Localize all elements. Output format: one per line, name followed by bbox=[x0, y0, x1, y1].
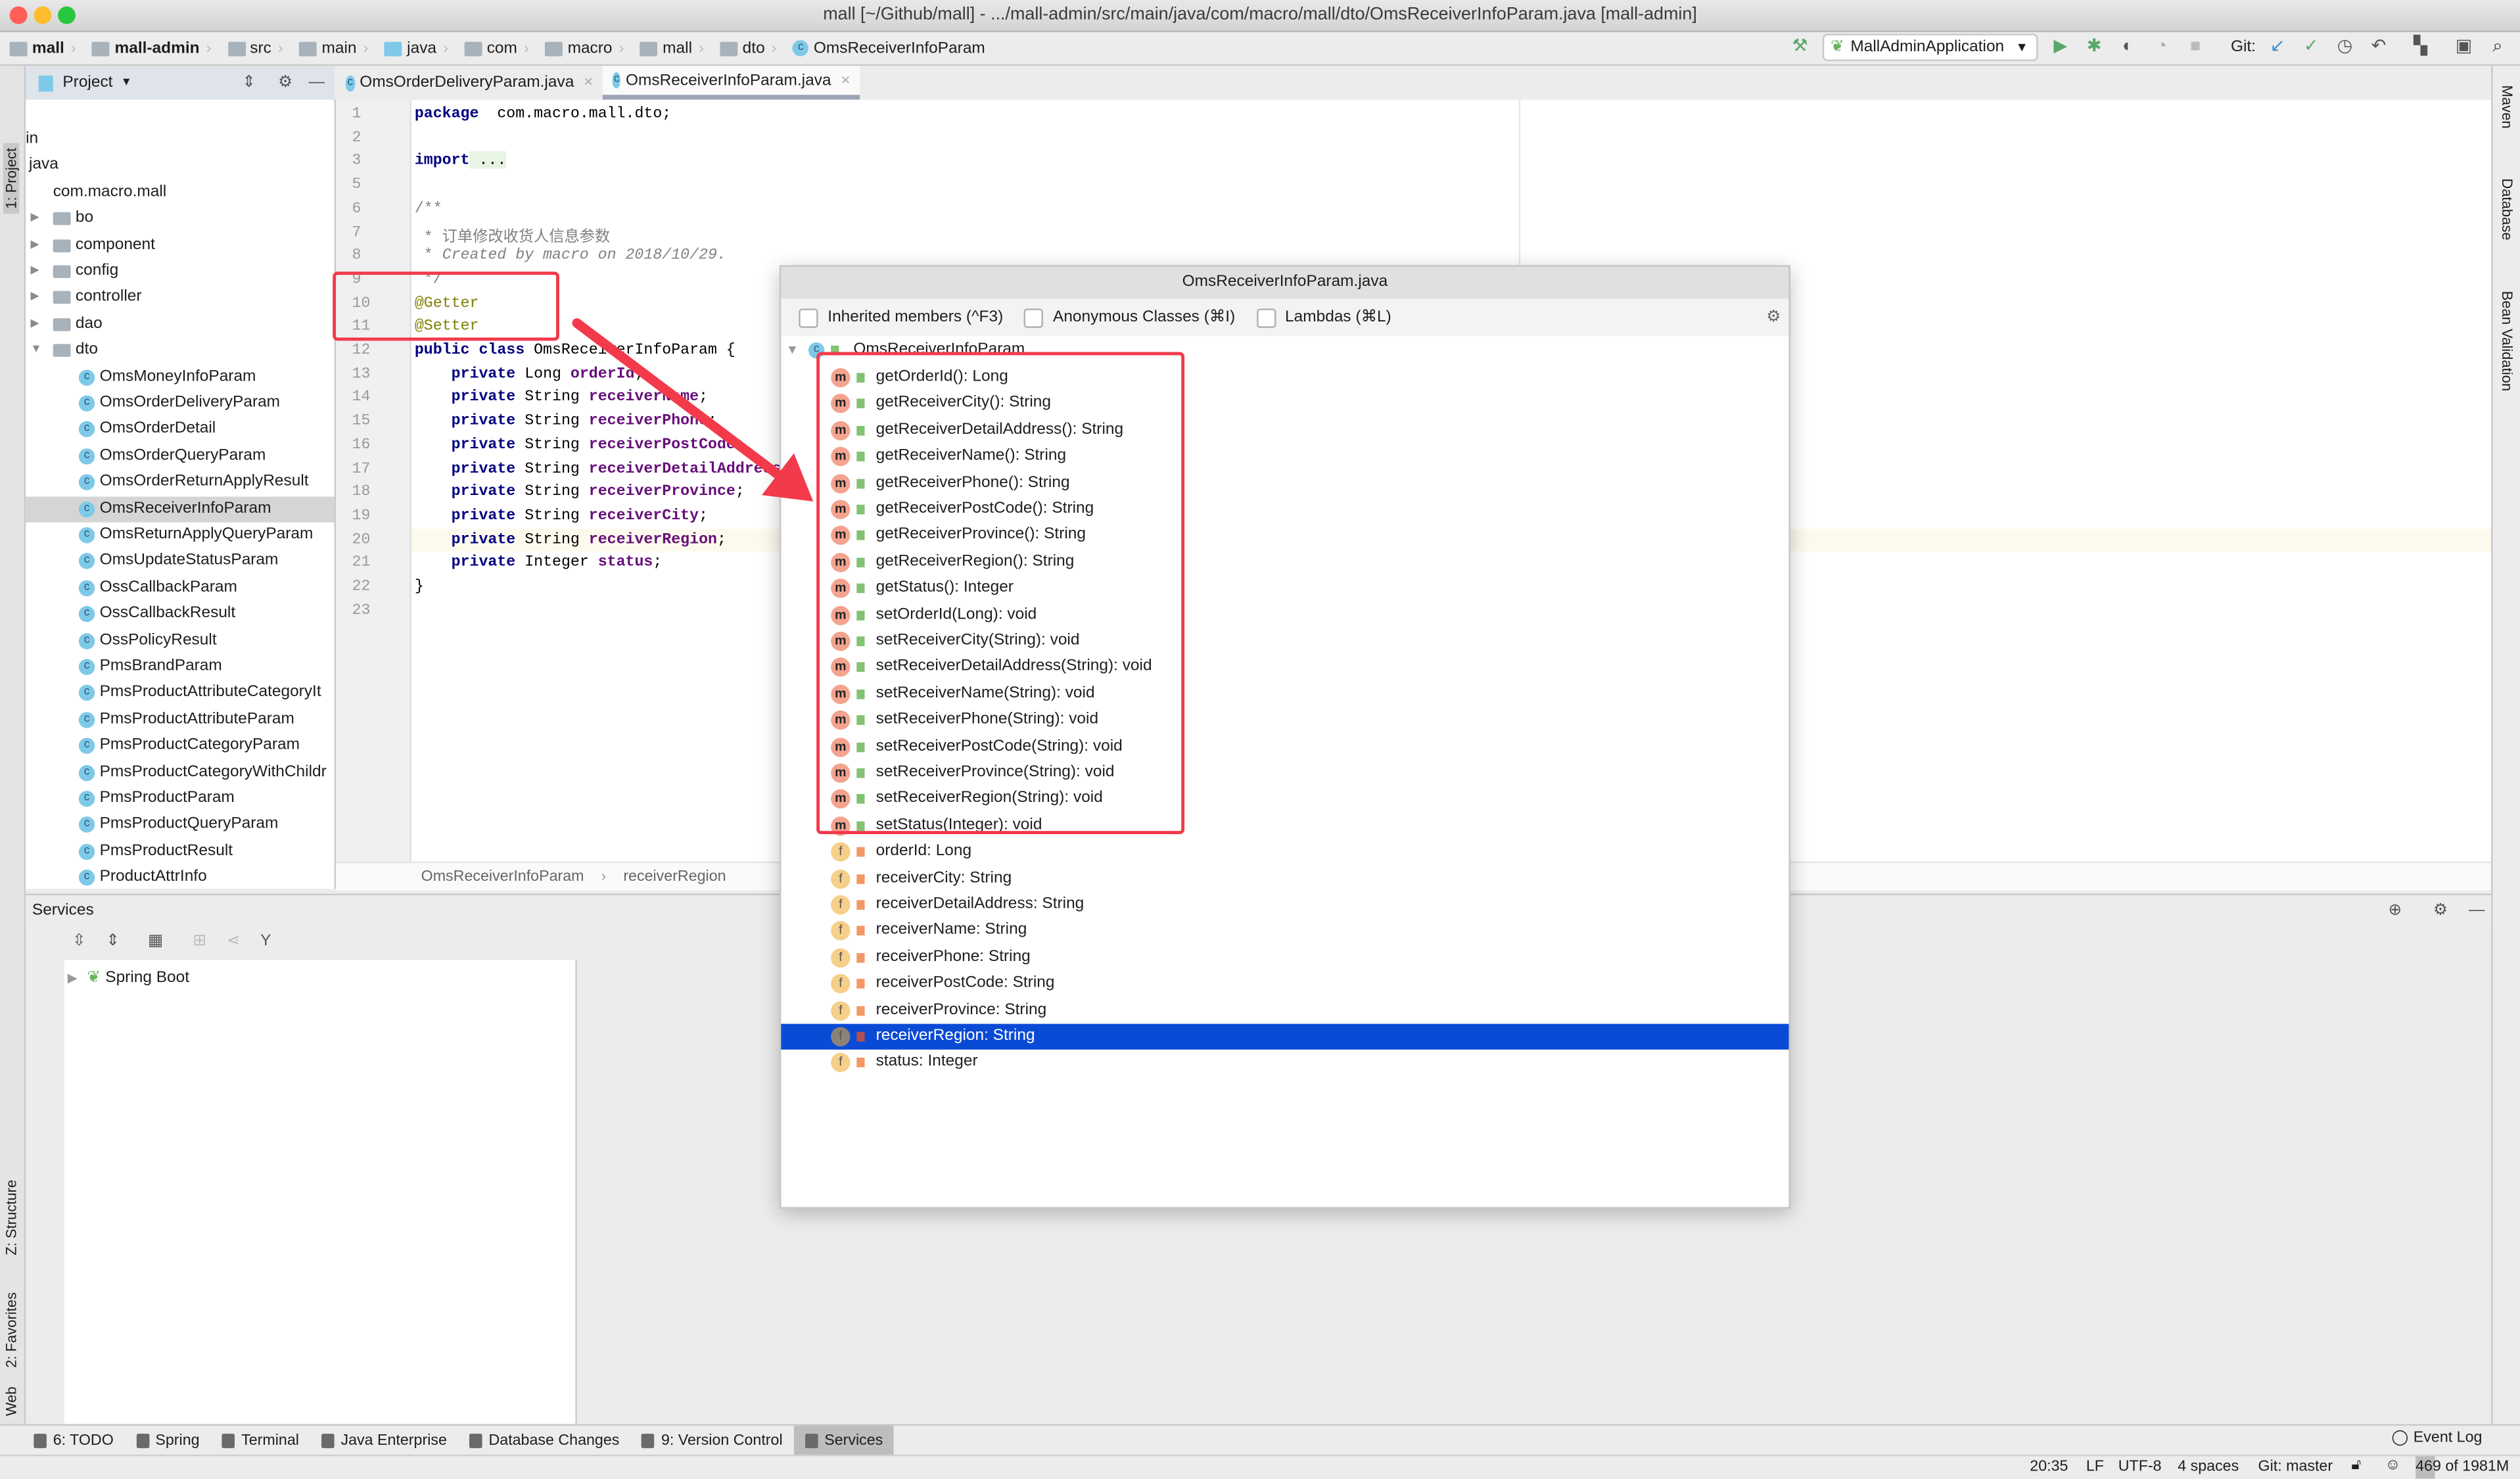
arrow-shaft bbox=[572, 318, 785, 481]
annotation-arrow bbox=[572, 318, 814, 502]
arrow-head bbox=[762, 453, 814, 502]
